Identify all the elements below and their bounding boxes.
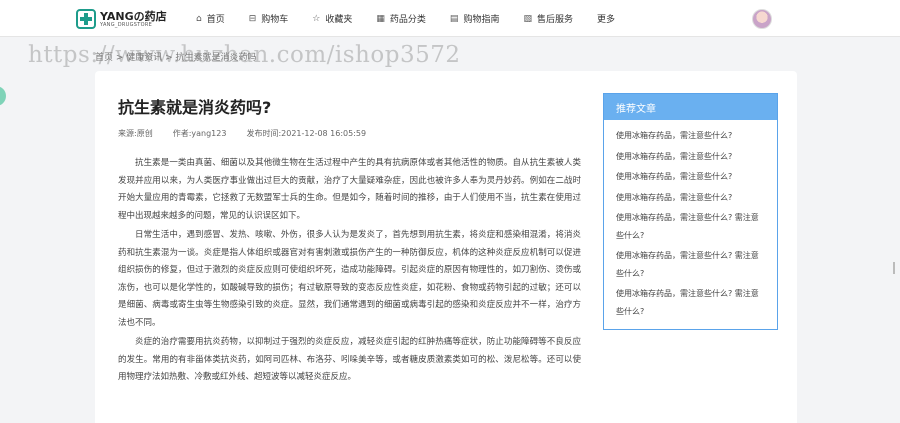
recommended-link[interactable]: 使用冰箱存药品，需注意些什么? <box>616 127 765 148</box>
main-nav: ⌂ 首页 ⊟ 购物车 ☆ 收藏夹 ▦ 药品分类 ▤ 购物指南 ▧ 售后服务 更多 <box>196 0 639 37</box>
nav-categories-label: 药品分类 <box>389 15 426 25</box>
nav-cart[interactable]: ⊟ 购物车 <box>248 12 289 26</box>
side-float-tab[interactable] <box>0 86 6 106</box>
nav-more-label: 更多 <box>596 15 615 25</box>
nav-favorites-label: 收藏夹 <box>325 15 353 25</box>
nav-guide[interactable]: ▤ 购物指南 <box>449 12 500 26</box>
recommended-title: 推荐文章 <box>604 94 777 120</box>
cart-icon: ⊟ <box>248 13 257 24</box>
article-meta: 来源:原创 作者:yang123 发布时间:2021-12-08 16:05:5… <box>118 128 386 139</box>
service-icon: ▧ <box>523 13 532 24</box>
article-source: 来源:原创 <box>118 129 153 138</box>
article-paragraph: 日常生活中，遇到感冒、发热、咳嗽、外伤，很多人认为是发炎了，首先想到用抗生素，将… <box>118 230 581 328</box>
recommended-link[interactable]: 使用冰箱存药品，需注意些什么? <box>616 189 765 210</box>
article-title: 抗生素就是消炎药吗? <box>118 98 272 117</box>
recommended-list: 使用冰箱存药品，需注意些什么? 使用冰箱存药品，需注意些什么? 使用冰箱存药品，… <box>604 120 777 323</box>
resize-handle[interactable] <box>893 262 895 274</box>
recommended-link[interactable]: 使用冰箱存药品，需注意些什么? <box>616 168 765 189</box>
nav-categories[interactable]: ▦ 药品分类 <box>376 12 426 26</box>
nav-service-label: 售后服务 <box>536 15 573 25</box>
nav-guide-label: 购物指南 <box>463 15 500 25</box>
user-avatar[interactable] <box>752 9 772 29</box>
star-icon: ☆ <box>312 13 321 24</box>
recommended-link[interactable]: 使用冰箱存药品，需注意些什么? 需注意些什么? <box>616 247 765 285</box>
site-header: YANGの药店 YANG_DRUGSTORE ⌂ 首页 ⊟ 购物车 ☆ 收藏夹 … <box>0 0 900 37</box>
grid-icon: ▦ <box>376 13 385 24</box>
nav-cart-label: 购物车 <box>261 15 289 25</box>
nav-favorites[interactable]: ☆ 收藏夹 <box>312 12 353 26</box>
article-paragraph: 炎症的治疗需要用抗炎药物，以抑制过于强烈的炎症反应，减轻炎症引起的红肿热痛等症状… <box>118 337 581 382</box>
article-paragraph: 抗生素是一类由真菌、细菌以及其他微生物在生活过程中产生的具有抗病原体或者其他活性… <box>118 158 581 221</box>
nav-service[interactable]: ▧ 售后服务 <box>523 12 573 26</box>
recommended-link[interactable]: 使用冰箱存药品，需注意些什么? <box>616 148 765 169</box>
article-body: 抗生素是一类由真菌、细菌以及其他微生物在生活过程中产生的具有抗病原体或者其他活性… <box>118 155 581 389</box>
recommended-link[interactable]: 使用冰箱存药品，需注意些什么? 需注意些什么? <box>616 285 765 323</box>
pharmacy-cross-icon <box>76 9 96 29</box>
recommended-panel: 推荐文章 使用冰箱存药品，需注意些什么? 使用冰箱存药品，需注意些什么? 使用冰… <box>603 93 778 330</box>
nav-home[interactable]: ⌂ 首页 <box>196 12 225 26</box>
nav-home-label: 首页 <box>206 15 225 25</box>
logo-title: YANGの药店 <box>100 9 167 23</box>
logo-subtitle: YANG_DRUGSTORE <box>100 21 153 28</box>
article-time: 发布时间:2021-12-08 16:05:59 <box>246 129 367 138</box>
guide-icon: ▤ <box>449 13 459 24</box>
article-author: 作者:yang123 <box>172 129 227 138</box>
home-icon: ⌂ <box>196 13 202 24</box>
recommended-link[interactable]: 使用冰箱存药品，需注意些什么? 需注意些什么? <box>616 209 765 247</box>
site-logo[interactable]: YANGの药店 YANG_DRUGSTORE <box>76 8 167 30</box>
nav-more[interactable]: 更多 <box>597 12 615 25</box>
watermark-text: https://www.huzhan.com/ishop3572 <box>28 42 461 68</box>
